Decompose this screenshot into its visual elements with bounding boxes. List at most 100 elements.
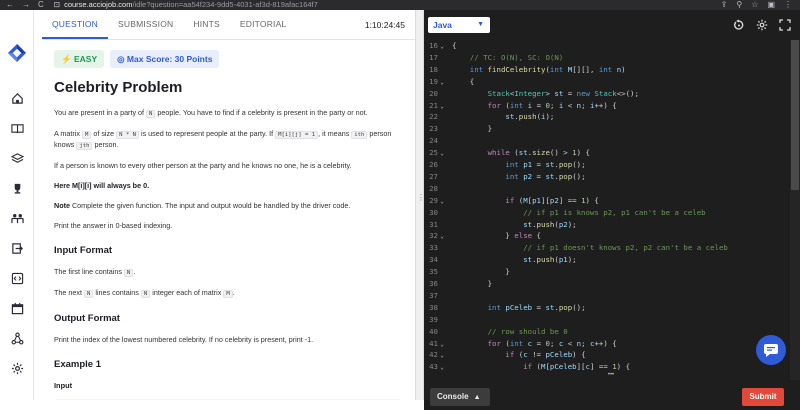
description-p6: Print the answer in 0-based indexing. <box>54 221 173 230</box>
code-text: for (int i = 0; i < n; i++) { <box>452 100 617 110</box>
line-number: 35 <box>429 267 438 277</box>
code-line: 29 ⌄ if (M[p1][p2] == 1) { <box>424 195 794 207</box>
problem-tabs: QUESTION SUBMISSION HINTS EDITORIAL <box>42 10 415 40</box>
home-icon[interactable] <box>9 90 25 106</box>
line-number: 34 <box>429 255 438 265</box>
book-icon[interactable] <box>9 120 25 136</box>
description-p4: Here M[i][i] will always be 0. <box>54 181 150 190</box>
settings-network-icon[interactable] <box>9 330 25 346</box>
line-number: 20 <box>429 88 438 98</box>
console-button[interactable]: Console ▲ <box>430 388 490 406</box>
submit-button[interactable]: Submit <box>742 388 784 406</box>
fold-chevron-icon[interactable]: ⌄ <box>438 362 446 374</box>
problem-panel: QUESTION SUBMISSION HINTS EDITORIAL 1:10… <box>34 10 415 400</box>
code-text: if (M[p1][p2] == 1) { <box>452 195 599 205</box>
line-number: 29 <box>429 195 438 205</box>
score-badge: ◎ Max Score: 30 Points <box>110 50 220 68</box>
gear-icon[interactable] <box>9 360 25 376</box>
code-line: 19 ⌄ { <box>424 76 794 88</box>
reload-icon[interactable]: C <box>38 0 44 10</box>
code-line: 31 st.push(p2); <box>424 219 794 231</box>
code-textarea[interactable]: 16 ⌄{17 // TC: O(N), SC: O(N) 18 int findC… <box>424 40 794 380</box>
code-text: } <box>452 124 493 134</box>
code-text: st.push(p1); <box>452 255 577 265</box>
tab-hints[interactable]: HINTS <box>183 10 230 39</box>
reset-icon[interactable] <box>732 18 746 32</box>
acciojob-logo[interactable] <box>7 43 27 63</box>
address-bar[interactable]: ⊡ course.acciojob.com/idle?question=aa54… <box>54 0 614 10</box>
code-text: int findCelebrity(int M[][], int n) <box>452 64 626 74</box>
code-text: // TC: O(N), SC: O(N) <box>452 52 564 62</box>
line-number: 41 <box>429 338 438 348</box>
browser-toolbar: ← → C ⊡ course.acciojob.com/idle?questio… <box>0 0 800 10</box>
community-icon[interactable] <box>9 210 25 226</box>
description-p1: You are present in a party of N people. … <box>54 108 368 118</box>
problem-content: ⚡ EASY ◎ Max Score: 30 Points Celebrity … <box>54 50 404 400</box>
code-icon[interactable] <box>9 270 25 286</box>
line-number: 31 <box>429 219 438 229</box>
code-line: 38 int pCeleb = st.pop(); <box>424 302 794 314</box>
back-icon[interactable]: ← <box>6 0 14 10</box>
code-line: 26 int p1 = st.pop(); <box>424 159 794 171</box>
code-text: // if p1 is knows p2, p1 can't be a cele… <box>452 207 706 217</box>
star-icon[interactable]: ☆ <box>751 0 758 10</box>
input-line-1: The first line contains N. <box>54 267 136 277</box>
code-line: 32 ⌄ } else { <box>424 230 794 242</box>
description-note: Note Complete the given function. The in… <box>54 201 351 210</box>
code-line: 23 } <box>424 123 794 135</box>
code-line: 16 ⌄{ <box>424 40 794 52</box>
settings-icon[interactable] <box>755 18 769 32</box>
code-line: 33 // if p1 doesn't knows p2, p2 can't b… <box>424 242 794 254</box>
code-line: 30 // if p1 is knows p2, p1 can't be a c… <box>424 207 794 219</box>
score-label: Max Score: 30 Points <box>126 54 213 64</box>
editor-toolbar: Java ▼ <box>424 10 800 39</box>
console-resize-handle[interactable]: ••• <box>604 372 618 378</box>
bolt-icon: ⚡ <box>61 54 72 64</box>
trophy-icon[interactable] <box>9 180 25 196</box>
exit-icon[interactable] <box>9 240 25 256</box>
line-number: 28 <box>429 183 438 193</box>
line-number: 19 <box>429 76 438 86</box>
resize-handle-icon[interactable]: ⋮ <box>417 194 425 212</box>
tab-question[interactable]: QUESTION <box>42 10 108 39</box>
code-line: 34 st.push(p1); <box>424 254 794 266</box>
code-text: // if p1 doesn't knows p2, p2 can't be a… <box>452 243 728 253</box>
example-heading: Example 1 <box>54 359 101 370</box>
code-line: 25 ⌄ while (st.size() > 1) { <box>424 147 794 159</box>
line-number: 21 <box>429 100 438 110</box>
code-text: { <box>452 41 457 50</box>
tab-submission[interactable]: SUBMISSION <box>108 10 183 39</box>
output-line-1: Print the index of the lowest numbered c… <box>54 335 314 344</box>
line-number: 25 <box>429 148 438 158</box>
code-text: { <box>452 76 475 86</box>
code-text: } <box>452 267 510 277</box>
code-text: while (st.size() > 1) { <box>452 148 590 158</box>
share-icon[interactable]: ⇪ <box>721 0 728 10</box>
fullscreen-icon[interactable] <box>778 18 792 32</box>
language-select[interactable]: Java ▼ <box>428 17 490 33</box>
code-text: } else { <box>452 231 542 241</box>
code-text: int p2 = st.pop(); <box>452 171 586 181</box>
code-line: 20 Stack<Integer> st = new Stack<>(); <box>424 88 794 100</box>
tab-editorial[interactable]: EDITORIAL <box>230 10 297 39</box>
code-text: st.push(i); <box>452 112 555 122</box>
menu-icon[interactable]: ⋮ <box>784 0 792 10</box>
url-path: /idle?question=aa54f234-9dd5-4031-af3d-8… <box>132 0 318 9</box>
chat-button[interactable] <box>756 335 786 365</box>
line-number: 27 <box>429 171 438 181</box>
editor-scrollbar-thumb[interactable] <box>791 40 799 190</box>
forward-icon[interactable]: → <box>22 0 30 10</box>
input-line-2: The next N lines contains N integer each… <box>54 288 235 298</box>
countdown-timer: 1:10:24:45 <box>364 20 405 30</box>
code-line: 41 ⌄ for (int c = 0; c < n; c++) { <box>424 338 794 350</box>
extension-icon[interactable]: ▣ <box>767 0 775 10</box>
target-icon: ◎ <box>117 54 125 64</box>
zoom-icon[interactable]: ⚲ <box>736 0 742 10</box>
calendar-icon[interactable] <box>9 300 25 316</box>
line-number: 24 <box>429 136 438 146</box>
difficulty-label: EASY <box>73 54 98 64</box>
layers-icon[interactable] <box>9 150 25 166</box>
browser-nav: ← → C <box>0 0 44 10</box>
code-line: 40 // row should be 0 <box>424 326 794 338</box>
line-number: 43 <box>429 362 438 372</box>
